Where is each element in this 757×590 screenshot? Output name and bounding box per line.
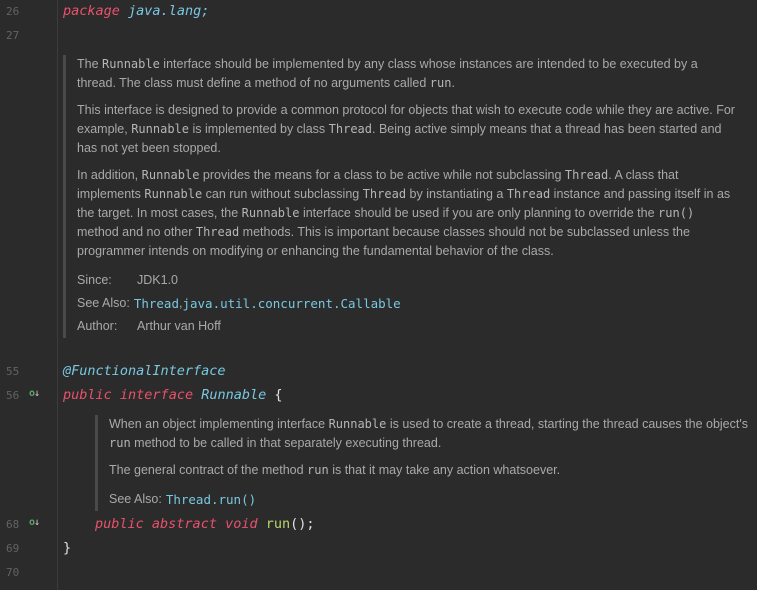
- code-line-annotation[interactable]: @FunctionalInterface: [63, 363, 226, 379]
- line-number-56: 56: [6, 389, 20, 402]
- line-number-26: 26: [6, 5, 20, 18]
- method-name-run: run: [265, 516, 291, 532]
- method-see-also-tag: See Also: Thread.run(): [109, 488, 749, 511]
- since-value: JDK1.0: [137, 273, 178, 287]
- since-label: Since:: [77, 273, 112, 287]
- implemented-marker-icon[interactable]: o↓: [29, 388, 40, 399]
- class-doc-paragraph-1: The Runnable interface should be impleme…: [77, 57, 698, 90]
- editor-gutter[interactable]: 26 27 55 56 o↓ 68 o↓ 69 70: [0, 0, 58, 590]
- class-javadoc: The Runnable interface should be impleme…: [63, 55, 737, 338]
- method-doc-paragraph-1: When an object implementing interface Ru…: [109, 417, 748, 450]
- author-label: Author:: [77, 319, 118, 333]
- annotation-functional-interface: @FunctionalInterface: [63, 363, 226, 379]
- see-also-link-thread[interactable]: Thread: [134, 292, 179, 315]
- code-line-run-method[interactable]: public abstract void run();: [95, 516, 315, 532]
- line-number-27: 27: [6, 29, 20, 42]
- author-tag: Author: Arthur van Hoff: [77, 315, 737, 338]
- class-doc-paragraph-3: In addition, Runnable provides the means…: [77, 168, 731, 258]
- see-also-link-callable[interactable]: java.util.concurrent.Callable: [182, 292, 400, 315]
- method-see-also-label: See Also:: [109, 492, 162, 506]
- see-also-label: See Also:: [77, 296, 130, 310]
- class-doc-paragraph-2: This interface is designed to provide a …: [77, 103, 735, 155]
- code-line-close-brace[interactable]: }: [63, 540, 71, 556]
- line-number-68: 68: [6, 518, 20, 531]
- line-number-69: 69: [6, 542, 20, 555]
- code-line-interface-declaration[interactable]: public interface Runnable {: [63, 387, 283, 403]
- see-also-link-thread-run[interactable]: Thread.run(): [166, 488, 256, 511]
- author-value: Arthur van Hoff: [137, 319, 221, 333]
- package-name: java.lang;: [128, 3, 210, 19]
- implemented-marker-icon[interactable]: o↓: [29, 517, 40, 528]
- line-number-70: 70: [6, 566, 20, 579]
- method-javadoc: When an object implementing interface Ru…: [95, 415, 749, 511]
- method-doc-paragraph-2: The general contract of the method run i…: [109, 463, 561, 477]
- line-number-55: 55: [6, 365, 20, 378]
- keyword-package: package: [63, 3, 120, 19]
- code-line-package[interactable]: package java.lang;: [63, 3, 209, 19]
- code-editor[interactable]: 26 27 55 56 o↓ 68 o↓ 69 70 package java.…: [0, 0, 757, 590]
- see-also-tag: See Also: Thread, java.util.concurrent.C…: [77, 292, 737, 315]
- since-tag: Since: JDK1.0: [77, 269, 737, 292]
- interface-name: Runnable: [201, 387, 267, 403]
